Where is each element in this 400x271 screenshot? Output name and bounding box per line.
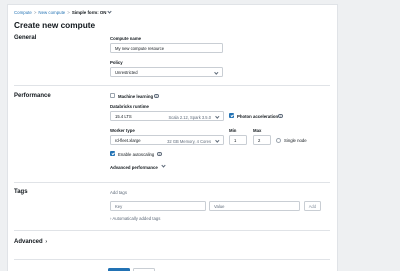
chevron-right-icon: › (45, 239, 48, 245)
single-node-radio[interactable] (276, 137, 281, 143)
add-tag-button[interactable]: Add (304, 201, 321, 211)
policy-select[interactable]: Unrestricted (110, 67, 223, 77)
compute-name-input[interactable]: My new compute resource (110, 43, 223, 53)
worker-type-select[interactable]: rd-fleet.xlarge 32 GB Memory, 4 Cores (110, 135, 224, 145)
section-divider (14, 259, 330, 260)
advanced-section-toggle[interactable]: Advanced › (14, 239, 47, 245)
performance-section-title: Performance (14, 93, 51, 99)
section-divider (14, 182, 330, 183)
machine-learning-label: Machine learning (118, 93, 154, 99)
chevron-down-icon (214, 70, 219, 75)
tag-key-placeholder: Key (115, 203, 123, 209)
breadcrumb-separator: > (33, 10, 37, 15)
photon-acceleration-label: Photon acceleration (237, 113, 279, 119)
worker-type-label: Worker type (110, 128, 135, 133)
automatically-added-tags-toggle[interactable]: › Automatically added tags (110, 216, 160, 221)
compute-name-label: Compute name (110, 36, 142, 41)
policy-value: Unrestricted (115, 69, 138, 75)
enable-autoscaling-checkbox[interactable] (110, 151, 115, 156)
section-divider (14, 230, 330, 231)
enable-autoscaling-label: Enable autoscaling (118, 151, 155, 157)
chevron-down-icon (107, 9, 113, 14)
create-compute-page: Compute > New compute > Simple form: ON … (7, 4, 338, 271)
worker-type-meta: 32 GB Memory, 4 Cores (167, 138, 211, 144)
worker-type-value: rd-fleet.xlarge (115, 137, 141, 143)
automatically-added-tags-label: Automatically added tags (112, 216, 161, 221)
page-title: Create new compute (14, 20, 96, 30)
simple-form-toggle[interactable]: Simple form: ON (71, 9, 113, 15)
single-node-label: Single node (284, 138, 307, 143)
advanced-performance-toggle[interactable]: Advanced performance (110, 165, 158, 170)
runtime-meta: Scala 2.12, Spark 3.5.0 (168, 114, 211, 120)
info-icon[interactable]: i (278, 113, 283, 118)
breadcrumb-new-compute-link[interactable]: New compute (38, 10, 65, 15)
machine-learning-checkbox[interactable] (110, 93, 115, 98)
max-workers-input[interactable]: 2 (253, 135, 271, 145)
chevron-down-icon (215, 114, 220, 119)
chevron-down-icon (215, 138, 220, 143)
tag-value-placeholder: Value (214, 203, 225, 209)
tags-section-title: Tags (14, 189, 28, 195)
tag-key-input[interactable]: Key (110, 201, 206, 211)
max-workers-label: Max (253, 128, 262, 133)
advanced-section-title: Advanced (14, 239, 43, 245)
breadcrumb-separator: > (67, 10, 70, 15)
add-tags-label: Add tags (110, 190, 127, 195)
info-icon[interactable]: i (157, 151, 162, 156)
section-divider (14, 85, 330, 86)
general-section-title: General (14, 35, 37, 41)
policy-label: Policy (110, 60, 123, 65)
info-icon[interactable]: i (154, 93, 159, 98)
min-workers-label: Min (229, 128, 237, 133)
simple-form-label: Simple form: ON (71, 10, 107, 15)
breadcrumb: Compute > New compute > Simple form: ON (14, 9, 113, 15)
min-workers-value: 1 (234, 137, 237, 143)
tag-value-input[interactable]: Value (209, 201, 300, 211)
photon-acceleration-checkbox[interactable] (229, 113, 234, 118)
breadcrumb-compute-link[interactable]: Compute (14, 10, 32, 15)
max-workers-value: 2 (258, 137, 261, 143)
runtime-select[interactable]: 15.4 LTS Scala 2.12, Spark 3.5.0 (110, 111, 224, 121)
compute-name-value: My new compute resource (115, 45, 165, 51)
runtime-label: Databricks runtime (110, 104, 149, 109)
min-workers-input[interactable]: 1 (229, 135, 247, 145)
runtime-value: 15.4 LTS (115, 113, 132, 119)
chevron-down-icon[interactable] (161, 163, 166, 168)
